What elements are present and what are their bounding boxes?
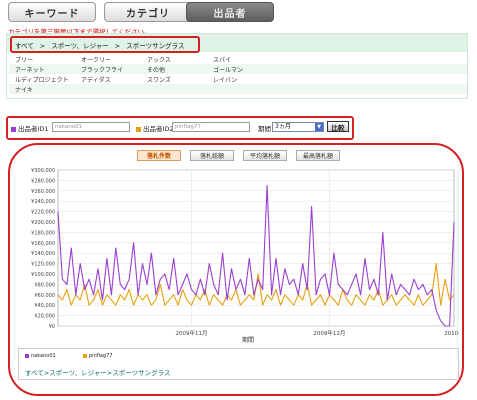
legend-item: nakano01 — [25, 353, 56, 359]
category-link[interactable]: オークリー — [81, 55, 111, 64]
y-axis-ticks: ¥0 ¥20,000 ¥40,000 ¥60,000 ¥80,000 ¥100,000 ¥1… — [31, 168, 55, 330]
y-tick-label: ¥100,000 — [31, 272, 55, 278]
chart-legend: nakano01 pinflag77 すべて>スポーツ、レジャー>スポーツサング… — [18, 348, 459, 380]
y-tick-label: ¥0 — [49, 324, 55, 330]
y-tick-label: ¥40,000 — [34, 303, 55, 309]
y-tick-label: ¥80,000 — [34, 282, 55, 288]
seller2-label: 出品者ID2 — [136, 123, 174, 133]
legend-swatch — [83, 353, 87, 358]
y-tick-label: ¥300,000 — [31, 168, 55, 174]
seller2-color-icon — [136, 126, 141, 132]
category-link[interactable]: ナイキ — [15, 85, 33, 94]
category-link[interactable]: アックス — [147, 55, 171, 64]
y-tick-label: ¥20,000 — [34, 314, 55, 320]
price-line-chart: ¥0 ¥20,000 ¥40,000 ¥60,000 ¥80,000 ¥100,000 ¥1… — [31, 168, 459, 344]
breadcrumb: すべて > スポーツ、レジャー > スポーツサングラス — [15, 42, 185, 50]
category-link[interactable]: ルディプロジェクト — [15, 75, 69, 84]
category-link[interactable]: その他 — [147, 65, 165, 74]
y-tick-label: ¥120,000 — [31, 262, 55, 268]
legend-swatch — [25, 353, 29, 358]
category-link[interactable]: ゴールマン — [213, 65, 243, 74]
x-axis-label: 期間 — [242, 336, 254, 344]
chart-tab-total[interactable]: 落札総額 — [190, 150, 234, 161]
seller2-input[interactable]: pinflag77 — [172, 122, 250, 132]
period-select[interactable]: 3ヵ月 ▼ — [272, 122, 324, 132]
chart-tab-count[interactable]: 落札件数 — [137, 150, 181, 161]
period-select-value: 3ヵ月 — [275, 123, 291, 130]
y-tick-label: ¥180,000 — [31, 230, 55, 236]
y-tick-label: ¥220,000 — [31, 210, 55, 216]
x-tick-label: 2010年1月 — [444, 329, 459, 337]
y-tick-label: ¥200,000 — [31, 220, 55, 226]
breadcrumb-item[interactable]: すべて — [15, 42, 34, 50]
seller1-label: 出品者ID1 — [11, 123, 49, 133]
chart-tab-average[interactable]: 平均落札額 — [243, 150, 287, 161]
y-tick-label: ¥260,000 — [31, 189, 55, 195]
category-row: ブリー オークリー アックス スパイ — [9, 54, 467, 64]
period-label: 期間 — [258, 125, 271, 133]
compare-button[interactable]: 比較 — [327, 121, 349, 132]
category-link[interactable]: アーネット — [15, 65, 45, 74]
seller1-color-icon — [11, 126, 16, 132]
seller1-input[interactable]: nakano01 — [52, 122, 130, 132]
category-row: ナイキ — [9, 84, 467, 94]
tab-keyword[interactable]: キーワード — [8, 2, 96, 22]
x-tick-label: 2009年11月 — [175, 329, 207, 337]
y-tick-label: ¥60,000 — [34, 293, 55, 299]
category-link[interactable]: スパイ — [213, 55, 231, 64]
search-mode-tabs: キーワード カテゴリ 出品者 — [0, 0, 477, 24]
y-tick-label: ¥280,000 — [31, 178, 55, 184]
breadcrumb-item[interactable]: スポーツ、レジャー — [51, 42, 109, 50]
x-tick-label: 2009年12月 — [313, 329, 345, 337]
tab-category[interactable]: カテゴリ — [104, 2, 192, 22]
category-row: ルディプロジェクト アディダス スワンズ レイバン — [9, 74, 467, 84]
category-link[interactable]: ブラックフライ — [81, 65, 123, 74]
y-tick-label: ¥240,000 — [31, 199, 55, 205]
category-row: アーネット ブラックフライ その他 ゴールマン — [9, 64, 467, 74]
legend-item: pinflag77 — [83, 353, 112, 359]
category-caption: すべて>スポーツ、レジャー>スポーツサングラス — [25, 369, 171, 377]
category-link[interactable]: ブリー — [15, 55, 33, 64]
y-tick-label: ¥160,000 — [31, 241, 55, 247]
category-link[interactable]: スワンズ — [147, 75, 171, 84]
category-link[interactable]: アディダス — [81, 75, 111, 84]
category-link[interactable]: レイバン — [213, 75, 237, 84]
breadcrumb-item[interactable]: スポーツサングラス — [126, 42, 184, 50]
x-axis-ticks: 2009年11月 2009年12月 2010年1月 — [175, 329, 459, 337]
tab-seller[interactable]: 出品者 — [186, 2, 274, 22]
y-tick-label: ¥140,000 — [31, 251, 55, 257]
category-panel: すべて > スポーツ、レジャー > スポーツサングラス ブリー オークリー アックス ス… — [6, 33, 468, 99]
chart-tab-max[interactable]: 最高落札額 — [296, 150, 340, 161]
chevron-down-icon: ▼ — [315, 123, 323, 131]
